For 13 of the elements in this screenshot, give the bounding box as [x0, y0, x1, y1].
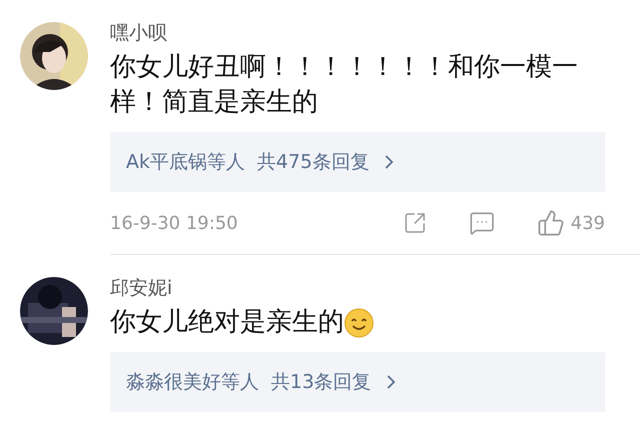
- like-count: 439: [570, 212, 605, 236]
- comment-text: 你女儿好丑啊！！！！！！！和你一模一样！简直是亲生的: [110, 51, 579, 119]
- user-name[interactable]: 嘿小呗: [110, 20, 167, 46]
- share-icon[interactable]: [402, 211, 427, 235]
- user-name[interactable]: 邱安妮i: [110, 275, 172, 301]
- chevron-icon: [387, 375, 396, 389]
- like-icon[interactable]: [536, 209, 565, 237]
- comment-icon[interactable]: [468, 210, 495, 236]
- chevron-icon: [385, 155, 394, 169]
- replies-link[interactable]: Ak平底锅等人 共475条回复: [110, 132, 605, 192]
- replies-link[interactable]: 淼淼很美好等人 共13条回复: [110, 352, 605, 412]
- comment-text: 你女儿绝对是亲生的: [110, 306, 344, 339]
- comment-date: 16-9-30 19:50: [110, 212, 239, 236]
